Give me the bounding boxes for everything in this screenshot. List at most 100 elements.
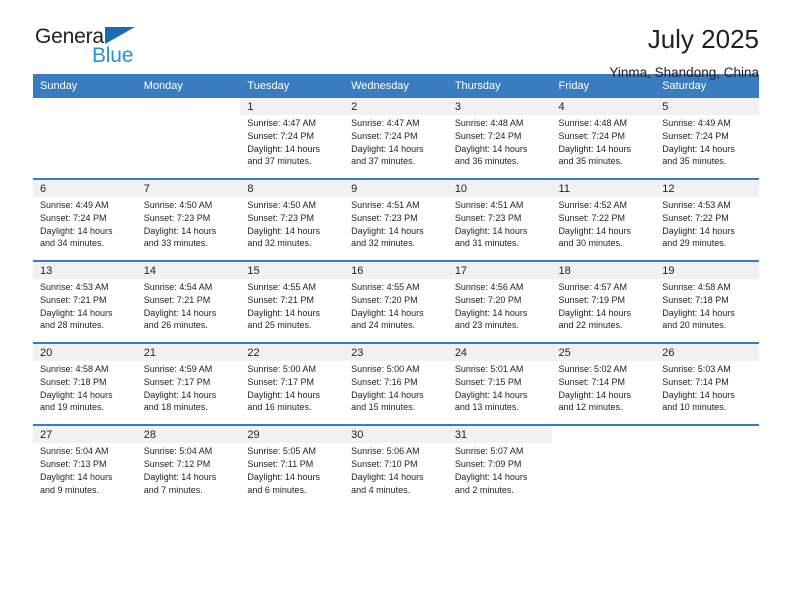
day-cell-25[interactable]: Sunrise: 5:02 AM Sunset: 7:14 PM Daylight:…: [551, 361, 656, 425]
day-4-sunset: Sunset: 7:24 PM: [558, 130, 626, 141]
day-6-sunrise: Sunrise: 4:49 AM: [40, 200, 109, 211]
day-cell-4[interactable]: Sunrise: 4:48 AM Sunset: 7:24 PM Daylight:…: [551, 115, 656, 179]
day-cell-15[interactable]: Sunrise: 4:55 AM Sunset: 7:21 PM Daylight:…: [240, 279, 345, 343]
day-cell-7[interactable]: Sunrise: 4:50 AM Sunset: 7:23 PM Daylight:…: [136, 197, 241, 261]
day-cell-19[interactable]: Sunrise: 4:58 AM Sunset: 7:18 PM Daylight:…: [655, 279, 759, 343]
day-number-6[interactable]: 6: [33, 180, 137, 198]
day-11-sunrise: Sunrise: 4:52 AM: [558, 200, 628, 211]
day-cell-3[interactable]: Sunrise: 4:48 AM Sunset: 7:24 PM Daylight:…: [447, 115, 552, 179]
day-number-31[interactable]: 31: [447, 426, 552, 444]
day-4-daylight1: Daylight: 14 hours: [558, 143, 632, 154]
day-24-daylight1: Daylight: 14 hours: [454, 389, 528, 400]
day-20-daylight1: Daylight: 14 hours: [40, 389, 113, 400]
day-cell-31[interactable]: Sunrise: 5:07 AM Sunset: 7:09 PM Daylight:…: [447, 443, 552, 507]
day-cell-29[interactable]: Sunrise: 5:05 AM Sunset: 7:11 PM Daylight:…: [240, 443, 345, 507]
day-20-sunrise: Sunrise: 4:58 AM: [40, 364, 109, 375]
day-cell-16[interactable]: Sunrise: 4:55 AM Sunset: 7:20 PM Daylight:…: [344, 279, 448, 343]
day-number-8[interactable]: 8: [240, 180, 345, 198]
day-21-daylight1: Daylight: 14 hours: [143, 389, 217, 400]
day-6-sunset: Sunset: 7:24 PM: [40, 212, 107, 223]
day-12-daylight2: and 29 minutes.: [662, 238, 727, 249]
day-number-20[interactable]: 20: [33, 344, 137, 362]
day-number-19[interactable]: 19: [655, 262, 759, 280]
day-number-7[interactable]: 7: [136, 180, 241, 198]
day-cell-9[interactable]: Sunrise: 4:51 AM Sunset: 7:23 PM Daylight:…: [344, 197, 448, 261]
day-cell-26[interactable]: Sunrise: 5:03 AM Sunset: 7:14 PM Daylight:…: [655, 361, 759, 425]
day-1-sunrise: Sunrise: 4:47 AM: [247, 118, 316, 128]
column-header-monday: Monday: [136, 74, 241, 98]
day-27-daylight1: Daylight: 14 hours: [40, 471, 113, 482]
day-cell-1[interactable]: Sunrise: 4:47 AM Sunset: 7:24 PM Daylight:…: [240, 115, 345, 179]
day-cell-18[interactable]: Sunrise: 4:57 AM Sunset: 7:19 PM Daylight:…: [551, 279, 656, 343]
day-number-15[interactable]: 15: [240, 262, 345, 280]
day-number-28[interactable]: 28: [136, 426, 241, 444]
day-cell-empty: [655, 443, 759, 507]
day-number-30[interactable]: 30: [344, 426, 448, 444]
day-number-13[interactable]: 13: [33, 262, 137, 280]
day-cell-14[interactable]: Sunrise: 4:54 AM Sunset: 7:21 PM Daylight:…: [136, 279, 241, 343]
day-cell-8[interactable]: Sunrise: 4:50 AM Sunset: 7:23 PM Daylight:…: [240, 197, 345, 261]
day-cell-10[interactable]: Sunrise: 4:51 AM Sunset: 7:23 PM Daylight:…: [447, 197, 552, 261]
day-15-sunset: Sunset: 7:21 PM: [247, 294, 314, 305]
week-daynumber-row: 12345: [33, 98, 759, 115]
day-number-26[interactable]: 26: [655, 344, 759, 362]
day-cell-2[interactable]: Sunrise: 4:47 AM Sunset: 7:24 PM Daylight:…: [344, 115, 448, 179]
day-number-24[interactable]: 24: [447, 344, 552, 362]
day-number-27[interactable]: 27: [33, 426, 137, 444]
day-number-9[interactable]: 9: [344, 180, 448, 198]
day-cell-5[interactable]: Sunrise: 4:49 AM Sunset: 7:24 PM Daylight:…: [655, 115, 759, 179]
day-1-daylight2: and 37 minutes.: [247, 156, 312, 167]
day-15-sunrise: Sunrise: 4:55 AM: [247, 282, 316, 293]
day-number-25[interactable]: 25: [551, 344, 656, 362]
day-30-daylight1: Daylight: 14 hours: [351, 471, 424, 482]
day-21-sunrise: Sunrise: 4:59 AM: [143, 364, 213, 375]
day-17-daylight2: and 23 minutes.: [454, 320, 519, 331]
day-number-21[interactable]: 21: [136, 344, 241, 362]
day-19-daylight2: and 20 minutes.: [662, 320, 727, 331]
day-12-sunrise: Sunrise: 4:53 AM: [662, 200, 731, 211]
day-cell-11[interactable]: Sunrise: 4:52 AM Sunset: 7:22 PM Daylight:…: [551, 197, 656, 261]
week-daynumber-row: 20 21 22 23 24 25 26: [33, 344, 759, 362]
day-cell-6[interactable]: Sunrise: 4:49 AM Sunset: 7:24 PM Daylight:…: [33, 197, 137, 261]
day-4-sunrise: Sunrise: 4:48 AM: [558, 118, 628, 128]
day-number-23[interactable]: 23: [344, 344, 448, 362]
column-header-wednesday: Wednesday: [344, 74, 448, 98]
day-8-sunset: Sunset: 7:23 PM: [247, 212, 314, 223]
day-number-11[interactable]: 11: [551, 180, 656, 198]
day-number-1[interactable]: 1: [240, 98, 345, 115]
day-number-4[interactable]: 4: [551, 98, 656, 115]
day-number-29[interactable]: 29: [240, 426, 345, 444]
day-number-10[interactable]: 10: [447, 180, 552, 198]
day-cell-28[interactable]: Sunrise: 5:04 AM Sunset: 7:12 PM Daylight:…: [136, 443, 241, 507]
day-cell-22[interactable]: Sunrise: 5:00 AM Sunset: 7:17 PM Daylight:…: [240, 361, 345, 425]
day-cell-20[interactable]: Sunrise: 4:58 AM Sunset: 7:18 PM Daylight:…: [33, 361, 137, 425]
day-number-22[interactable]: 22: [240, 344, 345, 362]
day-cell-24[interactable]: Sunrise: 5:01 AM Sunset: 7:15 PM Daylight:…: [447, 361, 552, 425]
column-header-tuesday: Tuesday: [240, 74, 345, 98]
day-9-sunrise: Sunrise: 4:51 AM: [351, 200, 420, 211]
day-1-sunset: Sunset: 7:24 PM: [247, 130, 314, 141]
day-number-2[interactable]: 2: [344, 98, 448, 115]
day-12-daylight1: Daylight: 14 hours: [662, 225, 735, 236]
day-number-16[interactable]: 16: [344, 262, 448, 280]
day-cell-13[interactable]: Sunrise: 4:53 AM Sunset: 7:21 PM Daylight:…: [33, 279, 137, 343]
day-number-17[interactable]: 17: [447, 262, 552, 280]
day-number-12[interactable]: 12: [655, 180, 759, 198]
day-number-5[interactable]: 5: [655, 98, 759, 115]
calendar-body: 1 2 3 4 5 Sunrise: 4:47 AM Sunset: 7:24 PM Dayl…: [33, 98, 759, 507]
day-number-14[interactable]: 14: [136, 262, 241, 280]
day-cell-12[interactable]: Sunrise: 4:53 AM Sunset: 7:22 PM Daylight:…: [655, 197, 759, 261]
day-28-sunrise: Sunrise: 5:04 AM: [143, 446, 213, 457]
week-info-row: Sunrise: 4:47 AM Sunset: 7:24 PM Daylight:…: [33, 115, 759, 179]
day-cell-21[interactable]: Sunrise: 4:59 AM Sunset: 7:17 PM Daylight:…: [136, 361, 241, 425]
day-26-daylight2: and 10 minutes.: [662, 402, 727, 413]
day-23-sunrise: Sunrise: 5:00 AM: [351, 364, 420, 375]
day-cell-27[interactable]: Sunrise: 5:04 AM Sunset: 7:13 PM Daylight:…: [33, 443, 137, 507]
day-cell-17[interactable]: Sunrise: 4:56 AM Sunset: 7:20 PM Daylight:…: [447, 279, 552, 343]
day-number-3[interactable]: 3: [447, 98, 552, 115]
day-cell-30[interactable]: Sunrise: 5:06 AM Sunset: 7:10 PM Daylight:…: [344, 443, 448, 507]
day-cell-23[interactable]: Sunrise: 5:00 AM Sunset: 7:16 PM Daylight:…: [344, 361, 448, 425]
day-2-sunrise: Sunrise: 4:47 AM: [351, 118, 420, 128]
page-title: July 2025: [647, 24, 759, 54]
day-number-18[interactable]: 18: [551, 262, 656, 280]
